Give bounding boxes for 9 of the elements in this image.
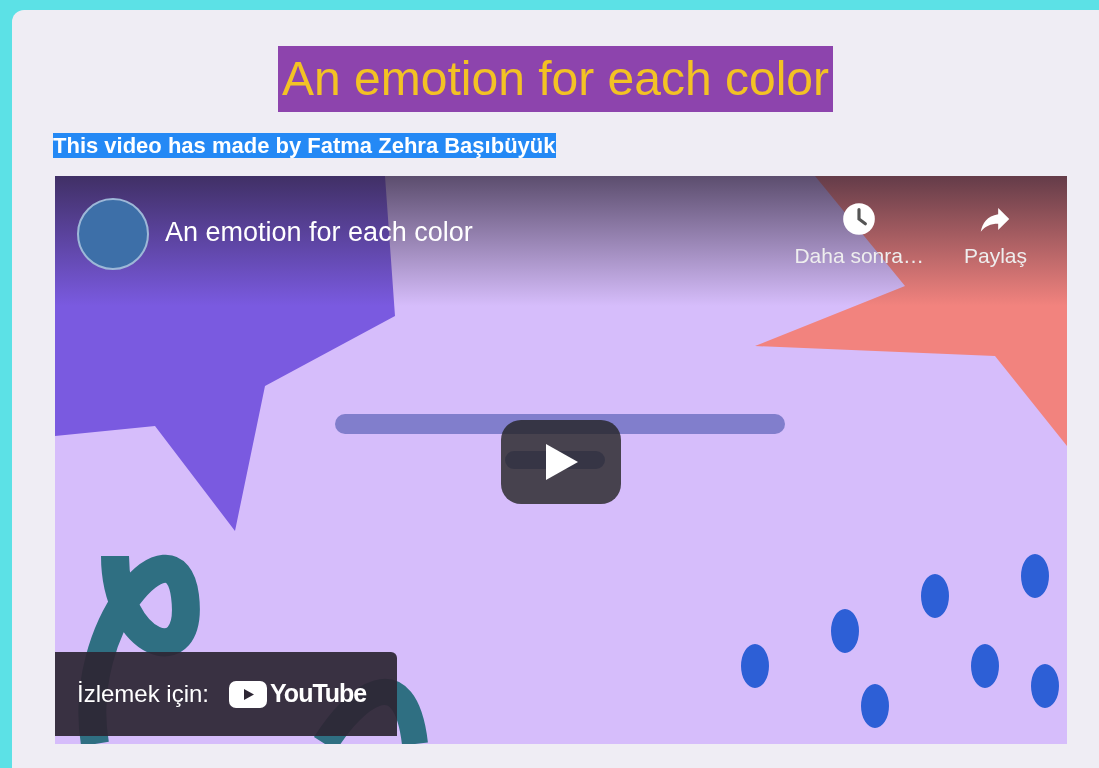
watch-on-label: İzlemek için: [77, 679, 210, 709]
play-button[interactable] [501, 420, 621, 504]
play-logo-icon [229, 680, 268, 708]
video-title[interactable]: An emotion for each color [165, 214, 473, 250]
watch-on-youtube-button[interactable]: İzlemek için: YouTube [55, 652, 397, 736]
logo-wordmark: YouTube [270, 678, 367, 710]
play-icon [544, 444, 578, 480]
subtitle: This video has made by Fatma Zehra Başıbüyük [53, 133, 556, 158]
page-title: An emotion for each color [278, 46, 833, 112]
